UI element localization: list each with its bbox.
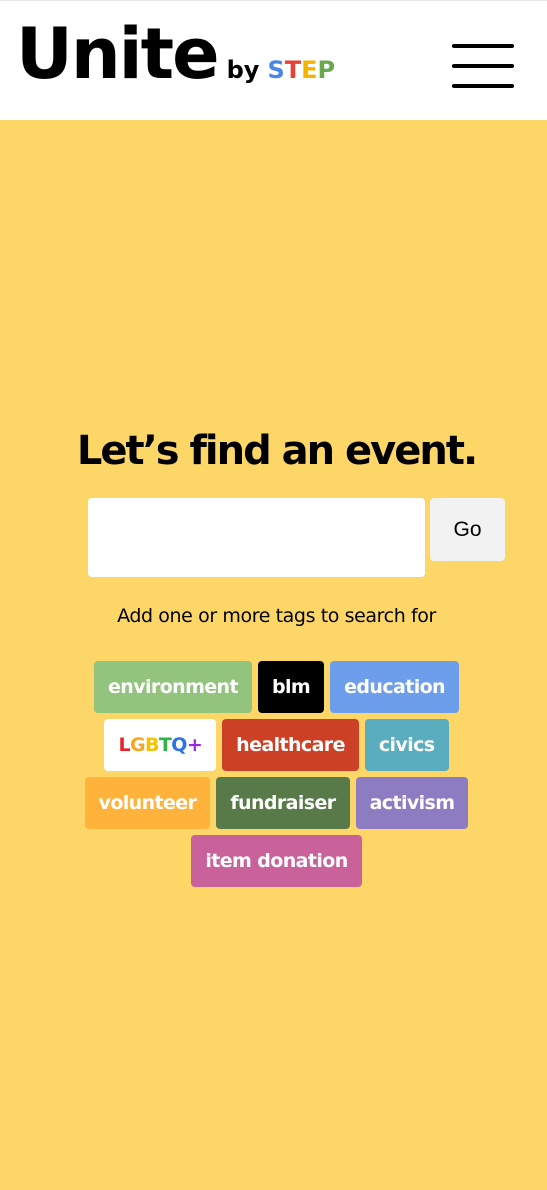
tag-label: volunteer	[98, 792, 197, 814]
tag-environment[interactable]: environment	[94, 661, 252, 713]
menu-bar-middle	[452, 64, 514, 68]
tag-fundraiser[interactable]: fundraiser	[216, 777, 350, 829]
tag-label: blm	[271, 676, 311, 698]
tag-row: item donation	[0, 835, 547, 887]
tag-label: environment	[108, 676, 239, 698]
logo-step-letter: T	[284, 56, 302, 84]
tag-healthcare[interactable]: healthcare	[222, 719, 359, 771]
logo-step-text: STEP	[267, 56, 335, 84]
hamburger-menu-icon[interactable]	[452, 41, 514, 91]
logo-step-letter: P	[317, 56, 336, 84]
tag-label-char: T	[158, 734, 172, 756]
tag-education[interactable]: education	[330, 661, 459, 713]
logo-step-letter: S	[267, 56, 285, 84]
tag-label-char: Q	[171, 734, 187, 756]
go-button[interactable]: Go	[430, 498, 505, 561]
tag-item-donation[interactable]: item donation	[191, 835, 362, 887]
menu-bar-bottom	[452, 84, 514, 88]
tag-civics[interactable]: civics	[364, 719, 449, 771]
tag-activism[interactable]: activism	[355, 777, 469, 829]
tag-label-char: B	[145, 734, 159, 756]
tag-label: civics	[378, 734, 435, 756]
app-header: Unite by STEP	[0, 0, 547, 120]
search-input[interactable]	[88, 498, 425, 577]
tag-label: activism	[369, 792, 455, 814]
tag-label: healthcare	[236, 734, 345, 756]
tag-list: environment blm education LGBTQ+ healthcare c…	[0, 661, 547, 893]
logo-by-text: by	[226, 56, 260, 84]
tag-row: volunteer fundraiser activism	[0, 777, 547, 829]
tag-label-char: L	[118, 734, 130, 756]
tag-row: environment blm education	[0, 661, 547, 713]
tag-label: item donation	[205, 850, 348, 872]
menu-bar-top	[452, 44, 514, 48]
tag-label-char: G	[130, 734, 146, 756]
app-logo[interactable]: Unite by STEP	[16, 19, 335, 89]
logo-step-letter: E	[301, 56, 318, 84]
logo-title: Unite	[16, 13, 220, 95]
tag-blm[interactable]: blm	[257, 661, 325, 713]
tag-label: education	[344, 676, 445, 698]
tag-label-char: +	[186, 734, 203, 756]
tag-volunteer[interactable]: volunteer	[84, 777, 211, 829]
tag-lgbtq[interactable]: LGBTQ+	[104, 719, 217, 771]
tag-row: LGBTQ+ healthcare civics	[0, 719, 547, 771]
page-heading: Let’s find an event.	[76, 428, 478, 474]
search-helper-text: Add one or more tags to search for	[117, 605, 436, 627]
tag-label: fundraiser	[230, 792, 336, 814]
